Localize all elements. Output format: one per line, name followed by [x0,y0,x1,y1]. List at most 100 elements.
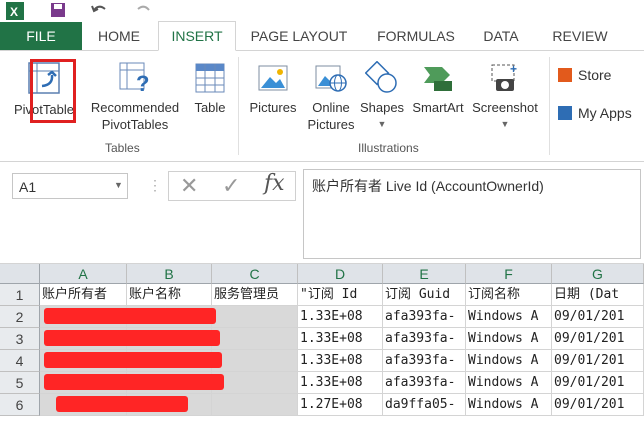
cell[interactable]: 日期 (Dat [552,284,644,306]
recommended-pivottables-button[interactable]: ? Recommended PivotTables [84,59,186,133]
recommended-label-2: PivotTables [101,117,169,132]
redaction-mark [44,308,216,324]
smartart-label: SmartArt [412,100,464,115]
cell[interactable] [212,394,298,416]
cell[interactable]: afa393fa- [383,328,466,350]
screenshot-button[interactable]: + Screenshot ▼ [469,59,541,133]
recommended-pivot-icon: ? [119,62,149,95]
online-pictures-button[interactable]: Online Pictures [303,59,359,133]
cell[interactable]: 1.33E+08 [298,328,383,350]
column-header-c[interactable]: C [212,264,298,284]
shapes-icon [365,61,397,93]
screenshot-label: Screenshot [472,100,538,115]
column-header-f[interactable]: F [466,264,552,284]
row-header-2[interactable]: 2 [0,306,40,328]
column-header-g[interactable]: G [552,264,644,284]
online-label-1: Online [312,100,350,115]
undo-icon[interactable] [90,2,108,18]
formula-input[interactable]: 账户所有者 Live Id (AccountOwnerId) [303,169,641,259]
cell[interactable]: 09/01/201 [552,394,644,416]
chevron-down-icon: ▼ [377,119,387,129]
cell[interactable]: Windows A [466,328,552,350]
cell[interactable]: 订阅名称 [466,284,552,306]
cell[interactable]: "订阅 Id [298,284,383,306]
store-label: Store [578,67,612,83]
cell[interactable] [212,328,298,350]
quick-access-toolbar: X [0,0,644,22]
cell[interactable]: 1.33E+08 [298,372,383,394]
row-header-4[interactable]: 4 [0,350,40,372]
tab-formulas[interactable]: FORMULAS [370,22,462,50]
cell[interactable]: 1.33E+08 [298,306,383,328]
cell[interactable]: 账户所有者 [40,284,127,306]
pictures-button[interactable]: Pictures [245,59,301,116]
more-icon: ⋮ [148,177,162,193]
row-header-6[interactable]: 6 [0,394,40,416]
online-pictures-icon [315,65,347,92]
select-all-corner[interactable] [0,264,40,284]
group-label-tables: Tables [105,141,140,155]
my-apps-button[interactable]: My Apps [558,105,632,121]
pictures-icon [258,65,288,91]
cell[interactable]: afa393fa- [383,306,466,328]
my-apps-icon [558,106,572,120]
column-header-b[interactable]: B [127,264,212,284]
cell[interactable]: 09/01/201 [552,372,644,394]
row-header-5[interactable]: 5 [0,372,40,394]
cell[interactable]: 1.33E+08 [298,350,383,372]
online-label-2: Pictures [307,117,355,132]
cell[interactable]: 09/01/201 [552,306,644,328]
enter-icon[interactable]: ✓ [222,173,240,199]
save-icon[interactable] [50,2,66,18]
name-box[interactable]: A1 [12,173,128,199]
column-header-d[interactable]: D [298,264,383,284]
cell[interactable]: 09/01/201 [552,350,644,372]
cell[interactable] [212,306,298,328]
cell[interactable]: 服务管理员 [212,284,298,306]
cell[interactable]: 1.27E+08 [298,394,383,416]
cell[interactable]: 账户名称 [127,284,212,306]
svg-text:+: + [510,62,517,76]
tab-review[interactable]: REVIEW [545,22,615,50]
pictures-label: Pictures [249,100,297,115]
cell[interactable] [212,350,298,372]
svg-text:?: ? [136,71,149,95]
cell[interactable]: 09/01/201 [552,328,644,350]
redo-icon[interactable] [135,2,153,18]
cancel-icon[interactable]: ✕ [180,173,198,199]
column-header-e[interactable]: E [383,264,466,284]
cell[interactable]: da9ffa05- [383,394,466,416]
tab-file[interactable]: FILE [0,22,82,50]
cell[interactable]: 订阅 Guid [383,284,466,306]
cell[interactable]: Windows A [466,306,552,328]
smartart-button[interactable]: SmartArt [407,59,469,116]
insert-function-icon[interactable]: fx [264,171,285,196]
redaction-mark [44,374,224,390]
my-apps-label: My Apps [578,105,632,121]
tab-data[interactable]: DATA [475,22,527,50]
cell[interactable]: Windows A [466,350,552,372]
tab-page-layout[interactable]: PAGE LAYOUT [244,22,354,50]
shapes-label: Shapes [359,100,405,115]
cell[interactable]: afa393fa- [383,372,466,394]
screenshot-icon: + [491,62,517,91]
tab-insert[interactable]: INSERT [158,21,236,51]
svg-text:X: X [10,5,18,19]
shapes-button[interactable]: Shapes ▼ [359,59,405,133]
store-button[interactable]: Store [558,67,611,83]
highlight-box [30,59,76,123]
row-header-1[interactable]: 1 [0,284,40,306]
tab-home[interactable]: HOME [88,22,150,50]
excel-icon[interactable]: X [6,2,24,20]
cell[interactable]: Windows A [466,394,552,416]
store-icon [558,68,572,82]
cell[interactable]: afa393fa- [383,350,466,372]
table-button[interactable]: Table [188,59,232,116]
cell[interactable]: Windows A [466,372,552,394]
row-header-3[interactable]: 3 [0,328,40,350]
ribbon-tabs: FILE HOME INSERT PAGE LAYOUT FORMULAS DA… [0,21,644,51]
column-header-a[interactable]: A [40,264,127,284]
worksheet-grid: ABCDEFG 123456 账户所有者 账户名称 服务管理员 "订阅 Id 订阅 Gu… [0,264,644,424]
cell[interactable] [212,372,298,394]
chevron-down-icon[interactable]: ▼ [114,180,123,190]
